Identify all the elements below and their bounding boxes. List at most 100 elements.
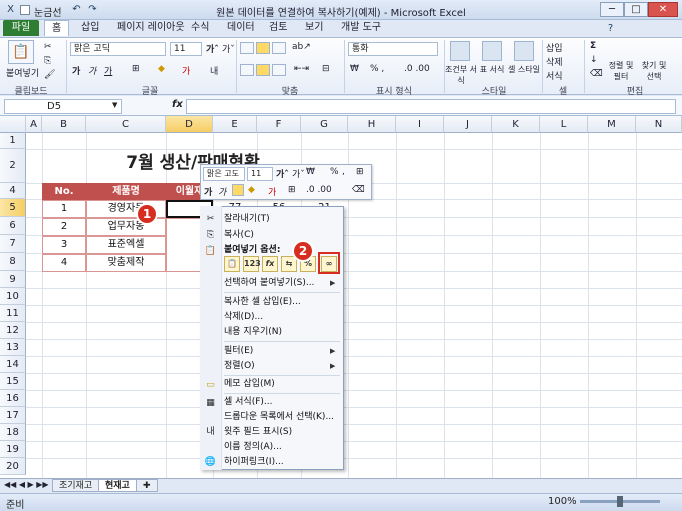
row-header-9[interactable]: 9 (0, 271, 26, 288)
align-top-icon[interactable] (240, 42, 254, 54)
menu-item-paste-special[interactable]: 선택하여 붙여넣기(S)... (224, 276, 314, 290)
zoom-slider-thumb[interactable] (617, 496, 623, 507)
tab-developer[interactable]: 개발 도구 (334, 20, 388, 36)
align-right-icon[interactable] (272, 64, 286, 76)
menu-item-hyperlink[interactable]: 하이퍼링크(I)... (224, 455, 284, 469)
copy-icon[interactable]: ⎘ (44, 56, 51, 66)
cell-b8[interactable]: 4 (42, 254, 86, 272)
mini-bold-icon[interactable]: 가 (204, 185, 212, 198)
format-cells-button[interactable]: 서식 (546, 69, 563, 82)
col-header-a[interactable]: A (26, 116, 42, 133)
cell-b6[interactable]: 2 (42, 218, 86, 236)
indent-icon[interactable]: ⇤⇥ (294, 64, 309, 74)
paste-option-paste[interactable]: 📋 (224, 256, 240, 272)
row-header-10[interactable]: 10 (0, 288, 26, 305)
autosum-icon[interactable]: Σ (590, 41, 596, 51)
menu-item-clear-contents[interactable]: 내용 지우기(N) (224, 325, 282, 339)
minimize-button[interactable]: ─ (600, 2, 624, 17)
col-header-h[interactable]: H (348, 116, 396, 133)
mini-center-icon[interactable] (232, 184, 244, 196)
mini-fill-color-icon[interactable]: ◆ (248, 185, 255, 195)
header-cell-product[interactable]: 제품명 (86, 183, 166, 200)
col-header-e[interactable]: E (213, 116, 257, 133)
col-header-d[interactable]: D (166, 116, 213, 133)
italic-button[interactable]: 가 (88, 64, 96, 77)
tab-file[interactable]: 파일 (3, 20, 39, 36)
close-button[interactable]: ✕ (648, 2, 678, 17)
row-header-13[interactable]: 13 (0, 339, 26, 356)
header-cell-no[interactable]: No. (42, 183, 86, 200)
row-header-11[interactable]: 11 (0, 305, 26, 322)
mini-border-icon[interactable]: ⊞ (288, 185, 296, 195)
cell-c7[interactable]: 표준엑셀 (86, 236, 166, 254)
mini-font-color-icon[interactable]: 가 (268, 185, 276, 198)
tab-formulas[interactable]: 수식 (184, 20, 216, 36)
row-header-5[interactable]: 5 (0, 199, 26, 217)
sort-filter-button[interactable]: 정렬 및 필터 (606, 60, 636, 82)
underline-button[interactable]: 가 (104, 64, 112, 77)
col-header-k[interactable]: K (492, 116, 540, 133)
format-painter-icon[interactable]: 🖌 (44, 70, 55, 80)
menu-item-cut[interactable]: 잘라내기(T) (224, 212, 270, 226)
cell-b5[interactable]: 1 (42, 200, 86, 218)
row-header-18[interactable]: 18 (0, 424, 26, 441)
tab-page-layout[interactable]: 페이지 레이아웃 (110, 20, 192, 36)
clear-icon[interactable]: ⌫ (590, 69, 603, 79)
row-header-12[interactable]: 12 (0, 322, 26, 339)
mini-format-painter-icon[interactable]: ⊞ (356, 167, 364, 177)
insert-function-button[interactable]: fx (172, 99, 183, 110)
row-header-4[interactable]: 4 (0, 183, 26, 199)
align-middle-icon[interactable] (256, 42, 270, 54)
mini-eraser-icon[interactable]: ⌫ (352, 185, 365, 195)
menu-item-define-name[interactable]: 이름 정의(A)... (224, 440, 282, 454)
cell-styles-icon[interactable] (514, 41, 534, 61)
menu-item-pick-from-list[interactable]: 드롭다운 목록에서 선택(K)... (224, 410, 334, 424)
orientation-icon[interactable]: ab↗ (292, 42, 311, 52)
tab-view[interactable]: 보기 (298, 20, 330, 36)
col-header-l[interactable]: L (540, 116, 588, 133)
menu-item-insert-comment[interactable]: 메모 삽입(M) (224, 377, 275, 391)
tab-data[interactable]: 데이터 (220, 20, 262, 36)
find-select-button[interactable]: 찾기 및 선택 (638, 60, 670, 82)
col-header-j[interactable]: J (444, 116, 492, 133)
paste-option-transpose[interactable]: ⇆ (281, 256, 297, 272)
delete-cells-button[interactable]: 삭제 (546, 55, 563, 68)
cut-icon[interactable]: ✂ (44, 42, 52, 52)
formula-input[interactable] (186, 99, 676, 114)
font-name-combo[interactable]: 맑은 고딕 (70, 42, 166, 56)
paste-option-values[interactable]: 123 (243, 256, 261, 272)
menu-item-format-cells[interactable]: 셀 서식(F)... (224, 395, 272, 409)
mini-decimal-icon[interactable]: .0 .00 (306, 185, 332, 195)
col-header-b[interactable]: B (42, 116, 86, 133)
phonetic-icon[interactable]: 내 (210, 64, 218, 77)
col-header-f[interactable]: F (257, 116, 301, 133)
fill-icon[interactable]: ↓ (590, 55, 598, 65)
cell-c6[interactable]: 업무자동 (86, 218, 166, 236)
col-header-c[interactable]: C (86, 116, 166, 133)
row-header-1[interactable]: 1 (0, 133, 26, 149)
name-box[interactable]: D5 (4, 99, 122, 114)
menu-item-copy[interactable]: 복사(C) (224, 228, 254, 242)
mini-size-combo[interactable]: 11 (247, 167, 273, 181)
mini-italic-icon[interactable]: 가 (218, 185, 226, 198)
row-header-6[interactable]: 6 (0, 217, 26, 235)
shrink-font-icon[interactable]: 가ˇ (222, 42, 235, 55)
row-header-14[interactable]: 14 (0, 356, 26, 373)
name-box-dropdown-icon[interactable]: ▼ (112, 101, 117, 109)
col-header-m[interactable]: M (588, 116, 636, 133)
row-header-19[interactable]: 19 (0, 441, 26, 458)
row-header-7[interactable]: 7 (0, 235, 26, 253)
align-bottom-icon[interactable] (272, 42, 286, 54)
border-icon[interactable]: ⊞ (132, 64, 140, 74)
percent-comma-buttons[interactable]: % , (370, 64, 384, 74)
cell-c8[interactable]: 맞춤제작 (86, 254, 166, 272)
row-header-8[interactable]: 8 (0, 253, 26, 271)
tab-home[interactable]: 홈 (44, 20, 70, 36)
maximize-button[interactable]: □ (624, 2, 648, 17)
format-table-icon[interactable] (482, 41, 502, 61)
menu-item-phonetic[interactable]: 윗주 필드 표시(S) (224, 425, 292, 439)
mini-shrink-font-icon[interactable]: 가ˇ (292, 167, 305, 180)
merge-center-icon[interactable]: ⊟ (322, 64, 330, 74)
fill-color-icon[interactable]: ◆ (158, 64, 165, 74)
cell-b7[interactable]: 3 (42, 236, 86, 254)
